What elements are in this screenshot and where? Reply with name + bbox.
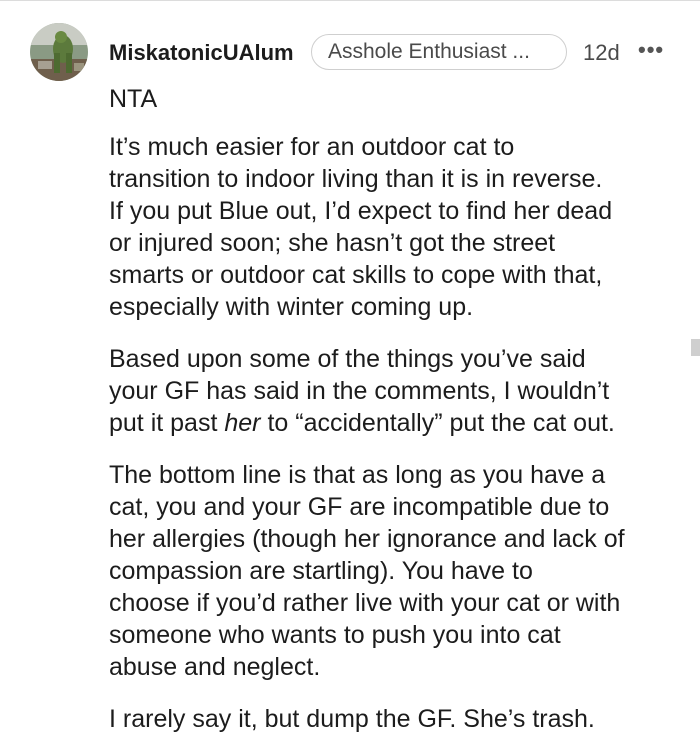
comment-line: her allergies (though her ignorance and … [109,525,625,553]
user-flair-badge: Asshole Enthusiast ... [311,34,567,70]
comment-line: choose if you’d rather live with your ca… [109,589,621,617]
comment-line: put it past her to “accidentally” put th… [109,407,684,439]
comment-line: It’s much easier for an outdoor cat to [109,133,515,161]
comment-line: your GF has said in the comments, I woul… [109,377,610,405]
comment-line: especially with winter coming up. [109,293,474,321]
comment-age[interactable]: 12d [583,40,620,66]
comment-line: or injured soon; she hasn’t got the stre… [109,229,556,257]
comment-line: The bottom line is that as long as you h… [109,461,606,489]
comment-line: Based upon some of the things you’ve sai… [109,345,586,373]
comment-line: transition to indoor living than it is i… [109,165,603,193]
comment-paragraph-4: The bottom line is that as long as you h… [109,459,684,683]
comment-line: abuse and neglect. [109,653,321,681]
scrollbar-thumb[interactable] [691,339,700,356]
comment-paragraph-1: NTA [109,83,157,115]
comment-paragraph-2: It’s much easier for an outdoor cat to t… [109,131,684,323]
comment-line: I rarely say it, but dump the GF. She’s … [109,705,595,733]
emphasized-text: her [224,409,261,437]
avatar[interactable] [30,23,88,81]
avatar-image [30,23,88,81]
comment-line: If you put Blue out, I’d expect to find … [109,197,613,225]
top-divider [0,0,700,1]
more-options-icon[interactable]: ••• [638,37,664,63]
comment-paragraph-5: I rarely say it, but dump the GF. She’s … [109,703,684,735]
comment-line: someone who wants to push you into cat [109,621,561,649]
comment-paragraph-3: Based upon some of the things you’ve sai… [109,343,684,439]
comment-line: cat, you and your GF are incompatible du… [109,493,610,521]
comment-line: compassion are startling). You have to [109,557,533,585]
username-link[interactable]: MiskatonicUAlum [109,40,294,66]
comment-line: smarts or outdoor cat skills to cope wit… [109,261,603,289]
comment-line: NTA [109,85,158,113]
comment-text: to “accidentally” put the cat out. [260,409,615,437]
comment-text: put it past [109,409,225,437]
